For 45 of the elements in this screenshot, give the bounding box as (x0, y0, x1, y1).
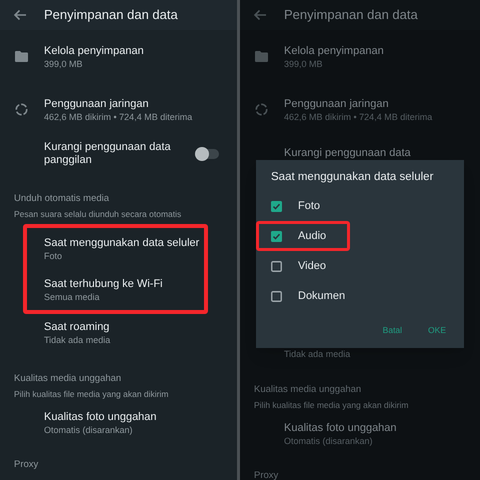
row-title: Saat roaming (44, 320, 110, 334)
row-subtitle: 462,6 MB dikirim • 724,4 MB diterima (44, 110, 192, 122)
row-title: Saat menggunakan data seluler (44, 236, 200, 250)
row-subtitle: 399,0 MB (44, 58, 84, 70)
folder-icon (15, 51, 28, 62)
dialog-button[interactable]: Batal (382, 324, 402, 336)
section-header: Proxy (254, 469, 280, 480)
row-title: Penggunaan jaringan (284, 96, 390, 110)
row-subtitle: 462,6 MB dikirim • 724,4 MB diterima (284, 110, 432, 122)
row-subtitle: Otomatis (disarankan) (284, 435, 374, 447)
section-note: Pilih kualitas file media yang akan dikirim (254, 399, 410, 412)
section-note: Pilih kualitas file media yang akan dikirim (14, 388, 170, 401)
folder-icon (255, 51, 268, 62)
row-subtitle: Semua media (44, 290, 101, 302)
checkbox-option[interactable]: Video (256, 251, 350, 281)
checkbox-option[interactable]: Dokumen (256, 281, 350, 311)
checkbox-option[interactable]: Audio (256, 221, 350, 251)
row-title: Kurangi penggunaan data panggilan (44, 141, 172, 167)
row-subtitle: 399,0 MB (284, 58, 324, 70)
section-header: Kualitas media unggahan (14, 372, 122, 386)
row-subtitle: Tidak ada media (44, 334, 112, 346)
section-note: Pesan suara selalu diunduh secara otomatis (14, 208, 182, 221)
row-title: Kurangi penggunaan data (284, 147, 411, 160)
row-title: Saat terhubung ke Wi-Fi (44, 276, 164, 290)
row-title: Kualitas foto unggahan (284, 421, 398, 435)
back-icon (13, 9, 27, 21)
section-header: Kualitas media unggahan (254, 383, 362, 397)
row-title: Kelola penyimpanan (44, 44, 144, 58)
row-title: Penggunaan jaringan (44, 96, 150, 110)
toggle-switch[interactable] (197, 149, 219, 159)
row-subtitle: Tidak ada media (284, 348, 350, 360)
screen-title: Penyimpanan dan data (44, 6, 178, 24)
section-header: Unduh otomatis media (14, 192, 110, 206)
row-subtitle: Foto (44, 250, 64, 262)
row-title: Kelola penyimpanan (284, 44, 384, 58)
row-subtitle: Otomatis (disarankan) (44, 424, 134, 436)
circle-icon (15, 103, 28, 116)
circle-icon (255, 103, 268, 116)
section-header: Proxy (14, 458, 40, 472)
row-title: Kualitas foto unggahan (44, 410, 158, 424)
dialog-title: Saat menggunakan data seluler (270, 170, 434, 186)
checkbox-option[interactable]: Foto (256, 191, 350, 221)
screen-title: Penyimpanan dan data (284, 6, 418, 24)
back-icon (253, 9, 267, 21)
dialog-button[interactable]: OKE (428, 324, 446, 336)
